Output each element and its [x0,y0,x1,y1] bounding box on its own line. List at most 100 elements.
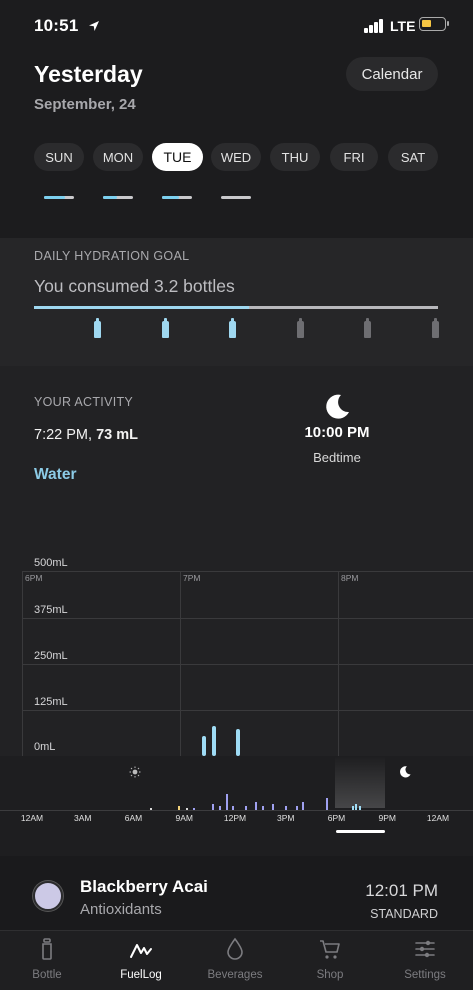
bedtime-time: 10:00 PM [304,424,370,441]
grid-line [22,618,473,619]
timeline-tick-label: 9AM [175,813,193,823]
intake-bar[interactable] [235,728,240,756]
cart-icon [320,940,340,959]
drink-row[interactable]: Blackberry Acai Antioxidants 12:01 PM ST… [0,856,473,930]
day-progress-line [44,196,74,199]
timeline-bar [150,808,152,810]
tab-label: Settings [404,969,446,981]
moon-icon [399,766,411,778]
timeline-tick-label: 6PM [327,813,346,823]
tab-bottle[interactable]: Bottle [0,931,94,990]
timeline-tick-label: 12AM [426,813,450,823]
hydration-goal-panel: DAILY HYDRATION GOAL You consumed 3.2 bo… [0,238,473,366]
timeline-bar [186,808,188,810]
x-tick-label: 7PM [183,573,201,583]
hydration-progress-bar [34,306,438,309]
calendar-button[interactable]: Calendar [346,57,438,91]
day-fri[interactable]: FRI [330,143,378,171]
bedtime-label: Bedtime [313,450,361,465]
timeline-tick-label: 12PM [223,813,247,823]
tab-settings[interactable]: Settings [378,931,472,990]
timeline-tick-label: 3AM [74,813,92,823]
bottle-icon [94,318,101,338]
drink-category: Antioxidants [80,901,162,918]
grid-line-vertical [22,571,23,756]
timeline-bar [352,806,354,810]
timeline-tick-label: 12AM [20,813,44,823]
bottle-icon [42,938,52,960]
activity-drink-type: Water [34,466,77,483]
x-tick-label: 6PM [25,573,43,583]
timeline-handle[interactable] [336,830,385,833]
timeline-bar [212,804,214,810]
intake-bar[interactable] [212,726,217,756]
grid-line-vertical [338,571,339,756]
sun-icon [129,766,141,778]
y-tick-label: 375mL [34,604,68,616]
location-arrow-icon [89,21,99,31]
timeline-bar [178,806,180,810]
timeline-tick-label: 6AM [124,813,143,823]
moon-icon [326,394,349,419]
day-sun[interactable]: SUN [34,143,84,171]
activity-panel: YOUR ACTIVITY 7:22 PM, 73 mL Water 10:00… [0,366,473,856]
hydration-goal-label: DAILY HYDRATION GOAL [34,249,190,263]
day-mon[interactable]: MON [93,143,143,171]
day-tue[interactable]: TUE [152,143,203,171]
status-bar: 10:51 LTE [0,0,473,52]
day-progress-line [162,196,192,199]
activity-selected-value: 7:22 PM, 73 mL [34,427,138,443]
grid-line [22,710,473,711]
y-tick-label: 500mL [34,557,68,569]
timeline-bar [255,802,257,810]
tab-label: FuelLog [120,969,162,981]
tab-beverages[interactable]: Beverages [188,931,282,990]
timeline-bar [193,808,195,810]
intake-bar[interactable] [201,736,206,756]
timeline-bar [219,806,221,810]
bottle-icon [161,318,169,338]
bottle-icon [364,318,372,338]
timeline-bar [272,804,274,810]
grid-line [22,571,473,572]
tab-bar: Bottle FuelLog Beverages Shop Settings [0,930,473,990]
tab-label: Beverages [207,969,263,981]
y-tick-label: 0mL [34,741,56,753]
signal-bars-icon [364,19,384,33]
y-tick-label: 250mL [34,650,68,662]
battery-icon [419,17,449,31]
day-sat[interactable]: SAT [388,143,438,171]
drink-time: 12:01 PM [365,881,438,900]
drink-name: Blackberry Acai [80,877,208,896]
sliders-icon [415,940,435,958]
timeline-selection-window[interactable] [335,756,385,808]
page-title: Yesterday [34,61,143,87]
drink-color-swatch [33,881,63,911]
day-wed[interactable]: WED [211,143,261,171]
fuellog-icon [130,944,152,958]
tab-shop[interactable]: Shop [283,931,377,990]
hydration-goal-summary: You consumed 3.2 bottles [34,276,235,296]
timeline-bar [226,794,228,810]
status-time: 10:51 [34,16,79,35]
day-timeline[interactable]: 12AM 3AM 6AM 9AM 12PM 3PM 6PM 9PM 12AM [0,756,473,856]
grid-line [22,664,473,665]
grid-line-vertical [180,571,181,756]
bottle-icon [432,318,439,338]
x-tick-label: 8PM [341,573,359,583]
tab-fuellog[interactable]: FuelLog [94,931,188,990]
timeline-bar [359,806,361,810]
page-date: September, 24 [34,96,136,113]
timeline-tick-label: 3PM [277,813,295,823]
day-selector: SUN MON TUE WED THU FRI SAT [0,143,473,173]
tab-label: Shop [316,969,344,981]
timeline-bar [326,798,328,810]
timeline-bar [232,806,234,810]
drop-icon [227,937,243,960]
day-thu[interactable]: THU [270,143,320,171]
timeline-axis [0,810,473,811]
timeline-tick-label: 9PM [378,813,396,823]
bottle-icon [229,318,237,338]
timeline-bar [285,806,287,810]
activity-time: 7:22 PM, [34,427,93,443]
